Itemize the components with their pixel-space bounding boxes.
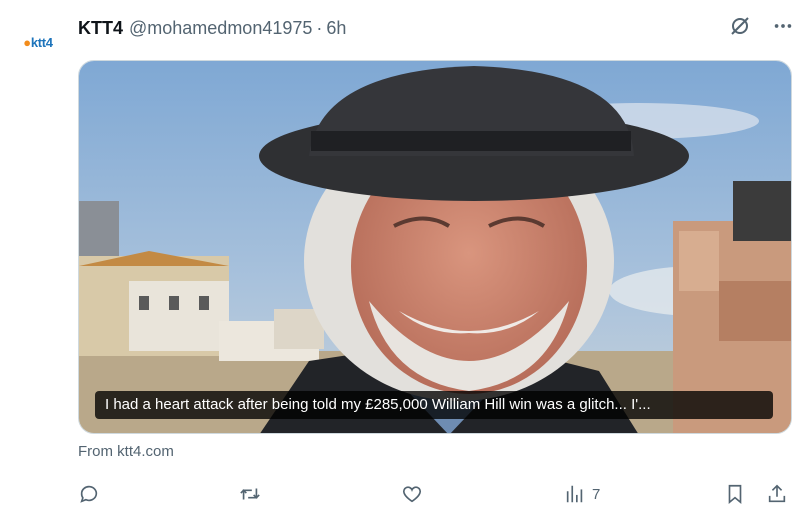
author-name[interactable]: KTT4 xyxy=(78,18,123,39)
link-source[interactable]: From ktt4.com xyxy=(78,443,174,460)
link-card-image[interactable]: I had a heart attack after being told my… xyxy=(78,60,792,434)
grok-slash-icon[interactable] xyxy=(728,14,752,38)
action-bar: 7 xyxy=(78,481,794,507)
bookmark-button[interactable] xyxy=(724,481,746,507)
views-button[interactable]: 7 xyxy=(564,481,600,507)
heart-icon xyxy=(400,483,424,505)
reply-button[interactable] xyxy=(78,481,106,507)
separator: · xyxy=(316,17,323,38)
tweet: ●ktt4 KTT4 @mohamedmon41975 · 6h I had a… xyxy=(0,0,810,518)
ktt4-logo: ●ktt4 xyxy=(23,34,53,50)
avatar[interactable]: ●ktt4 xyxy=(14,22,62,62)
share-icon xyxy=(766,483,788,505)
reply-icon xyxy=(78,483,100,505)
retweet-button[interactable] xyxy=(238,481,268,507)
views-chart-icon xyxy=(564,483,586,505)
bookmark-icon xyxy=(724,483,746,505)
post-time[interactable]: 6h xyxy=(326,18,346,39)
share-button[interactable] xyxy=(766,481,788,507)
author-handle[interactable]: @mohamedmon41975 xyxy=(129,18,312,39)
retweet-icon xyxy=(238,483,262,505)
like-button[interactable] xyxy=(400,481,430,507)
header-icons xyxy=(728,14,794,38)
article-photo xyxy=(79,61,791,433)
more-icon[interactable] xyxy=(772,15,794,37)
tweet-header: KTT4 @mohamedmon41975 · 6h xyxy=(78,16,346,40)
views-count: 7 xyxy=(592,485,601,503)
card-caption[interactable]: I had a heart attack after being told my… xyxy=(95,391,773,419)
